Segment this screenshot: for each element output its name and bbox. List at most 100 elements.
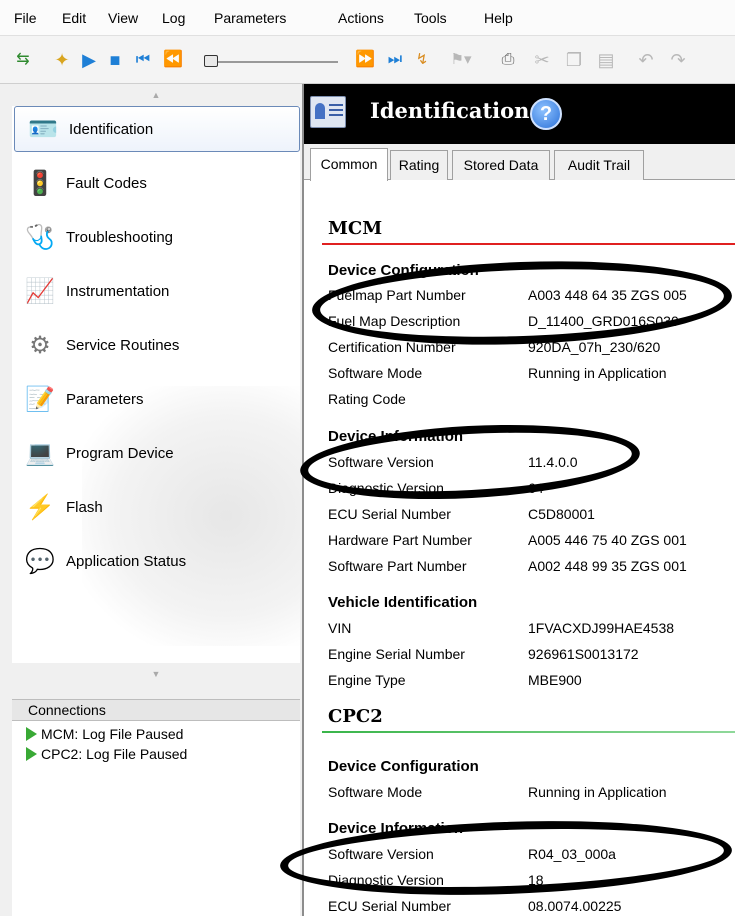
connection-item-mcm[interactable]: MCM: Log File Paused — [26, 724, 183, 744]
field-value: MBE900 — [528, 672, 582, 688]
stop-icon[interactable]: ■ — [104, 50, 126, 70]
page-header: Identification ? — [304, 84, 735, 144]
nav-item-label: Troubleshooting — [66, 228, 174, 246]
connection-label: MCM: Log File Paused — [41, 726, 184, 742]
section-divider-mcm — [322, 243, 735, 245]
nav-item-identification[interactable]: 🪪 Identification — [14, 106, 300, 152]
toolbar: ⇆ ✦ ▶ ■ ⏮ ⏪ ⏩ ⏭ ↯ ⚑▾ ⎙ ✂ ❐ ▤ ↶ ↷ — [0, 36, 735, 84]
playback-slider-thumb[interactable] — [204, 55, 218, 67]
nav-scroll-up-button[interactable]: ▲ — [12, 84, 300, 106]
fast-forward-icon[interactable]: ⏩ — [352, 50, 378, 70]
flag-icon[interactable]: ⚑▾ — [446, 50, 476, 70]
play-icon[interactable]: ▶ — [78, 50, 100, 70]
field-label: Software Mode — [328, 784, 423, 800]
skip-end-icon[interactable]: ⏭ — [382, 50, 408, 70]
section-title-cpc2: CPC2 — [328, 706, 383, 727]
left-panel: ▲ 🪪 Identification 🚦 Fault Codes 🩺 Troub… — [0, 84, 304, 916]
skip-start-icon[interactable]: ⏮ — [130, 50, 156, 70]
field-value: C5D80001 — [528, 506, 595, 522]
undo-icon[interactable]: ↶ — [634, 50, 658, 70]
help-button[interactable]: ? — [530, 98, 562, 130]
graph-icon: 📈 — [25, 277, 55, 305]
field-value: Running in Application — [528, 365, 667, 381]
field-label: Software Part Number — [328, 558, 467, 574]
id-card-icon — [310, 96, 346, 128]
section-divider-cpc2 — [322, 731, 735, 733]
playback-slider-track[interactable] — [204, 61, 338, 63]
main-panel: Identification ? Common Rating Stored Da… — [304, 84, 735, 916]
field-label: Software Mode — [328, 365, 423, 381]
field-value: A005 446 75 40 ZGS 001 — [528, 532, 687, 548]
nav-item-parameters[interactable]: 📝 Parameters — [12, 376, 300, 422]
paste-icon[interactable]: ▤ — [594, 50, 618, 70]
field-label: ECU Serial Number — [328, 898, 451, 914]
play-status-icon — [26, 747, 37, 761]
connections-header: Connections — [12, 699, 300, 721]
menu-file[interactable]: File — [14, 10, 37, 26]
connection-item-cpc2[interactable]: CPC2: Log File Paused — [26, 744, 187, 764]
nav-item-label: Program Device — [66, 444, 174, 462]
tab-rating[interactable]: Rating — [390, 150, 448, 180]
gears-icon: ⚙ — [29, 331, 51, 359]
nav-item-label: Identification — [69, 120, 154, 138]
copy-icon[interactable]: ❐ — [562, 50, 586, 70]
field-value: 1FVACXDJ99HAE4538 — [528, 620, 675, 636]
field-value: A002 448 99 35 ZGS 001 — [528, 558, 687, 574]
page-title: Identification — [370, 98, 530, 123]
nav-item-label: Service Routines — [66, 336, 180, 354]
nav-item-label: Application Status — [66, 552, 187, 570]
field-label: Rating Code — [328, 391, 406, 407]
menu-parameters[interactable]: Parameters — [214, 10, 286, 26]
tab-stored-data[interactable]: Stored Data — [452, 150, 550, 180]
print-icon[interactable]: ⎙ — [496, 50, 520, 70]
menu-tools[interactable]: Tools — [414, 10, 447, 26]
step-icon[interactable]: ↯ — [412, 50, 432, 70]
field-label: Hardware Part Number — [328, 532, 472, 548]
nav-item-label: Parameters — [66, 390, 144, 408]
menu-bar: File Edit View Log Parameters Actions To… — [0, 0, 735, 36]
computer-icon: 💻 — [25, 439, 55, 467]
tab-bar: Common Rating Stored Data Audit Trail — [304, 144, 735, 181]
swap-arrows-icon[interactable]: ⇆ — [12, 50, 34, 70]
connections-list: MCM: Log File Paused CPC2: Log File Paus… — [12, 721, 300, 916]
menu-help[interactable]: Help — [484, 10, 513, 26]
menu-edit[interactable]: Edit — [62, 10, 86, 26]
nav-item-program-device[interactable]: 💻 Program Device — [12, 430, 300, 476]
menu-log[interactable]: Log — [162, 10, 185, 26]
field-label: VIN — [328, 620, 352, 636]
field-value: 08.0074.00225 — [528, 898, 622, 914]
nav-scroll-down-button[interactable]: ▼ — [12, 663, 300, 685]
section-title-mcm: MCM — [328, 218, 383, 239]
speech-bubbles-icon: 💬 — [25, 547, 55, 575]
nav-item-flash[interactable]: ⚡ Flash — [12, 484, 300, 530]
cut-icon[interactable]: ✂ — [530, 50, 554, 70]
tab-audit-trail[interactable]: Audit Trail — [554, 150, 644, 180]
id-card-icon: 🪪 — [28, 115, 58, 143]
nav-item-label: Instrumentation — [66, 282, 170, 300]
traffic-light-icon: 🚦 — [25, 169, 55, 197]
field-value: 926961S0013172 — [528, 646, 639, 662]
nav-item-application-status[interactable]: 💬 Application Status — [12, 538, 300, 584]
nav-item-service-routines[interactable]: ⚙ Service Routines — [12, 322, 300, 368]
menu-actions[interactable]: Actions — [338, 10, 384, 26]
field-label: Engine Serial Number — [328, 646, 465, 662]
group-title-device-configuration: Device Configuration — [328, 758, 479, 775]
field-label: ECU Serial Number — [328, 506, 451, 522]
tab-common[interactable]: Common — [310, 148, 388, 181]
nav-item-fault-codes[interactable]: 🚦 Fault Codes — [12, 160, 300, 206]
redo-icon[interactable]: ↷ — [666, 50, 690, 70]
nav-item-troubleshooting[interactable]: 🩺 Troubleshooting — [12, 214, 300, 260]
field-value: Running in Application — [528, 784, 667, 800]
nav-item-instrumentation[interactable]: 📈 Instrumentation — [12, 268, 300, 314]
menu-view[interactable]: View — [108, 10, 138, 26]
nav-item-label: Fault Codes — [66, 174, 147, 192]
nav-item-label: Flash — [66, 498, 103, 516]
group-title-vehicle-identification: Vehicle Identification — [328, 594, 478, 611]
rewind-icon[interactable]: ⏪ — [160, 50, 186, 70]
flash-arrow-icon: ⚡ — [25, 493, 55, 521]
connection-label: CPC2: Log File Paused — [41, 746, 188, 762]
play-status-icon — [26, 727, 37, 741]
open-folder-icon[interactable]: ✦ — [52, 50, 72, 70]
field-label: Engine Type — [328, 672, 406, 688]
notepad-icon: 📝 — [25, 385, 55, 413]
